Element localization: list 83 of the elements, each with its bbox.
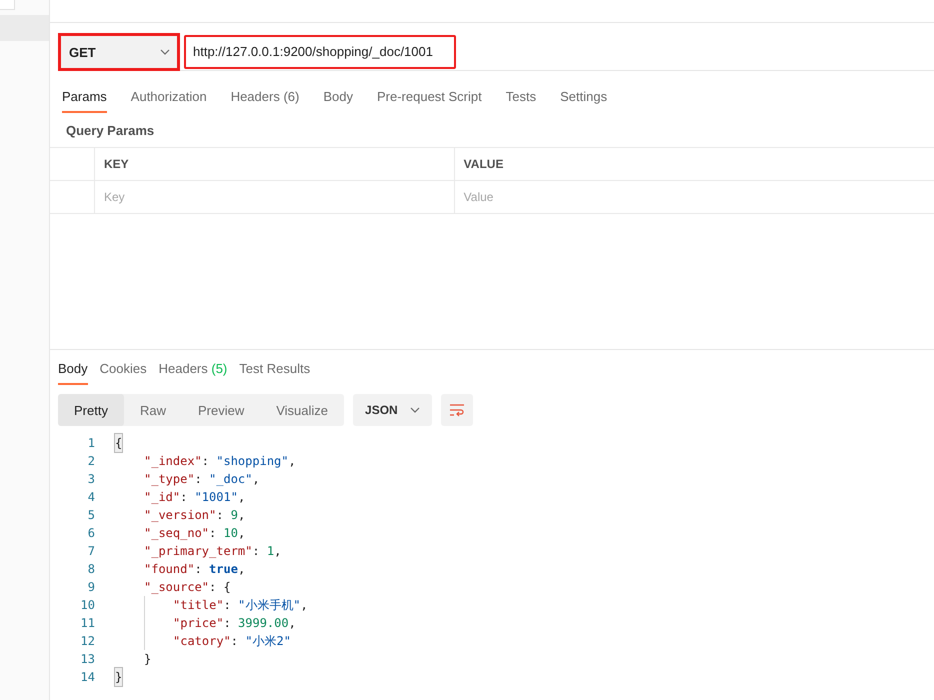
line-number: 13 [80, 651, 96, 668]
code-token: : [224, 615, 232, 632]
line-number: 9 [86, 579, 96, 596]
code-token: "_version" [144, 507, 216, 524]
code-token: , [274, 543, 282, 560]
line-number: 2 [86, 453, 96, 470]
code-token: "_index" [144, 453, 202, 470]
line-number: 12 [80, 633, 96, 650]
tab[interactable]: Test Results [239, 355, 310, 385]
code-token: } [115, 668, 122, 686]
tab[interactable]: Pre-request Script [376, 83, 482, 113]
chevron-down-icon [160, 49, 170, 55]
code-token: "shopping" [216, 453, 288, 470]
code-token: : [224, 597, 232, 614]
code-token: , [238, 507, 246, 524]
tab[interactable]: Headers (5) [158, 355, 228, 385]
tab[interactable]: Tests [506, 83, 536, 113]
tab[interactable]: Settings [560, 83, 608, 113]
code-token: , [252, 471, 260, 488]
code-token: "1001" [194, 489, 238, 506]
code-token: : [180, 489, 188, 506]
line-number: 5 [86, 507, 96, 524]
code-token: } [144, 651, 152, 668]
line-number: 1 [86, 435, 96, 452]
view-mode-button[interactable]: Pretty [58, 394, 124, 426]
code-token: "小米手机" [238, 597, 300, 614]
wrap-lines-icon [448, 403, 465, 417]
code-token: "小米2" [245, 633, 291, 650]
format-dropdown[interactable]: JSON [353, 394, 432, 426]
column-header: KEY [94, 148, 454, 180]
tab[interactable]: Body [323, 83, 353, 113]
tab[interactable]: Authorization [130, 83, 207, 113]
wrap-lines-button[interactable] [440, 394, 473, 426]
code-token: , [300, 597, 308, 614]
line-number: 10 [80, 597, 96, 614]
code-token: "price" [173, 615, 224, 632]
code-token: : [252, 543, 261, 560]
code-token: 9 [230, 507, 238, 524]
tab[interactable]: Cookies [100, 355, 147, 385]
code-token: "found" [144, 561, 195, 578]
code-token: "_id" [144, 489, 180, 506]
code-token: "_primary_term" [144, 543, 252, 560]
code-token: 10 [223, 525, 238, 542]
code-token: , [288, 615, 296, 632]
line-number: 6 [86, 525, 96, 542]
code-token: : [209, 525, 218, 542]
section-title: Query Params [65, 122, 156, 140]
view-mode-button[interactable]: Visualize [260, 394, 344, 426]
code-token: "_doc" [209, 471, 252, 488]
tab[interactable]: Body [58, 355, 88, 385]
code-token: : [230, 633, 240, 650]
line-number: 11 [80, 615, 96, 632]
line-number: 14 [80, 669, 96, 686]
line-number: 7 [86, 543, 96, 560]
code-token: : [194, 561, 203, 578]
code-token: "catory" [173, 633, 231, 650]
line-number: 4 [86, 489, 96, 506]
line-number: 3 [86, 471, 96, 488]
code-token: , [238, 489, 246, 506]
code-token: : [202, 453, 210, 470]
url-field[interactable]: http://127.0.0.1:9200/shopping/_doc/1001 [184, 34, 456, 68]
code-token: "_type" [144, 471, 195, 488]
view-mode-button[interactable]: Preview [182, 394, 260, 426]
method-dropdown[interactable]: GET [58, 33, 180, 71]
code-token: 3999.00 [238, 615, 289, 632]
chevron-down-icon [410, 407, 420, 413]
code-token: , [288, 453, 296, 470]
tab[interactable]: Headers (6) [230, 83, 300, 113]
code-token: { [115, 434, 122, 452]
view-mode-button[interactable]: Raw [124, 394, 182, 426]
code-token: "_seq_no" [144, 525, 210, 542]
code-token: , [238, 525, 246, 542]
code-token: : [194, 471, 203, 488]
line-number: 8 [86, 561, 96, 578]
column-header: VALUE [454, 148, 934, 180]
code-token: , [238, 561, 246, 578]
code-token: "title" [173, 597, 224, 614]
code-token: 1 [266, 543, 274, 560]
code-token: : { [209, 579, 231, 596]
code-token: true [209, 561, 238, 578]
tab[interactable]: Params [62, 83, 107, 113]
code-token: : [216, 507, 224, 524]
code-token: "_source" [144, 579, 210, 596]
